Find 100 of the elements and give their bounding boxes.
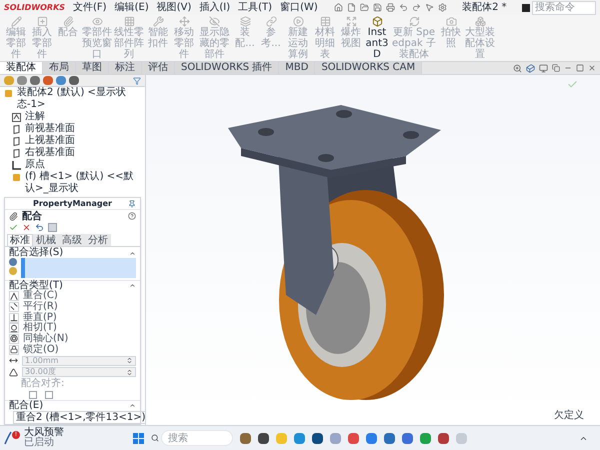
tab[interactable]: 装配体: [0, 62, 43, 74]
eye-icon: [92, 16, 102, 27]
ok-icon[interactable]: [9, 223, 18, 232]
search-field[interactable]: 搜索命令: [532, 0, 596, 14]
tab[interactable]: SOLIDWORKS CAM: [315, 62, 422, 74]
tree-item[interactable]: 装配体2 (默认) <显示状态-1>: [17, 87, 141, 111]
tree-item[interactable]: 原点: [25, 159, 45, 171]
app-icon[interactable]: [384, 432, 395, 444]
settings-icon[interactable]: [438, 3, 447, 12]
save-icon[interactable]: [372, 3, 382, 12]
mate-type-option[interactable]: 同轴心(N): [23, 334, 68, 344]
redo-icon[interactable]: [412, 3, 421, 12]
mate-type-option[interactable]: 相切(T): [23, 323, 57, 334]
collapse-icon[interactable]: [129, 250, 136, 257]
part-icon: [4, 89, 13, 98]
tree-item[interactable]: 右视基准面: [25, 147, 75, 159]
expand-icon: [346, 16, 356, 27]
spinner-icon[interactable]: [126, 368, 133, 376]
tab[interactable]: 草图: [76, 62, 109, 74]
collapse-icon[interactable]: [129, 402, 136, 410]
menu-item[interactable]: 视图(V): [156, 1, 192, 14]
annotation-icon: [12, 113, 21, 122]
ribbon-button[interactable]: Instant3D: [365, 16, 389, 60]
cube-icon[interactable]: [526, 64, 535, 72]
tree-item[interactable]: 上视基准面: [25, 135, 75, 147]
file-icon[interactable]: [346, 3, 356, 12]
app-icon[interactable]: [312, 432, 323, 444]
collapse-icon[interactable]: [129, 282, 136, 290]
app-icon[interactable]: [258, 432, 269, 444]
app-icon[interactable]: [402, 432, 413, 444]
angle-lines-icon: [10, 292, 18, 301]
tab[interactable]: 评估: [142, 62, 175, 74]
notification-title: 大风预警: [24, 428, 64, 438]
section-heading: 配合类型(T): [9, 280, 63, 291]
app-icon[interactable]: [240, 432, 251, 444]
menu-item[interactable]: 窗口(W): [280, 1, 318, 14]
lock-icon: [10, 345, 18, 354]
help-icon[interactable]: [128, 212, 136, 220]
section-heading: 配合(E): [9, 400, 44, 411]
restore-icon[interactable]: [552, 64, 560, 72]
close-icon[interactable]: [588, 64, 596, 72]
app-logo: SOLIDWORKS: [4, 2, 66, 14]
spinner-icon[interactable]: [126, 357, 133, 364]
feature-name: 配合: [22, 210, 42, 224]
mate-type-option[interactable]: 重合(C): [23, 291, 58, 302]
tab[interactable]: SOLIDWORKS 插件: [175, 62, 280, 74]
zoom-icon[interactable]: [513, 64, 522, 72]
tab[interactable]: 高级: [59, 234, 85, 246]
undo-icon[interactable]: [398, 3, 408, 12]
close-icon[interactable]: [22, 223, 31, 232]
camera-icon: [446, 16, 456, 27]
parallel-lines-icon: [10, 302, 18, 312]
menu-item[interactable]: 工具(T): [238, 1, 272, 14]
table-icon: [320, 16, 330, 27]
tab[interactable]: 机械: [33, 234, 59, 246]
tab[interactable]: 标准: [7, 234, 33, 246]
start-icon[interactable]: [133, 432, 144, 444]
document-title: 装配体2 *: [462, 0, 507, 15]
menu-item[interactable]: 文件(F): [73, 1, 107, 14]
undo-icon[interactable]: [35, 223, 44, 232]
app-icon[interactable]: [438, 432, 449, 444]
layers-icon: [240, 16, 250, 27]
move-icon: [178, 16, 190, 27]
mate-type-option[interactable]: 平行(R): [23, 302, 58, 312]
pointer-icon[interactable]: [424, 3, 434, 12]
tree-item[interactable]: (f) 槽<1> (默认) <<默认>_显示状: [25, 171, 141, 195]
tab[interactable]: 标注: [109, 62, 142, 74]
alignment-label: 配合对齐:: [20, 378, 66, 390]
weather-alert-icon[interactable]: [4, 431, 12, 445]
search-field[interactable]: 搜索: [161, 430, 233, 446]
pencil-icon: [10, 16, 22, 27]
link-icon: [266, 16, 276, 27]
paperclip-icon: [9, 212, 18, 220]
menu-item[interactable]: 插入(I): [199, 1, 230, 14]
eye-off-icon: [209, 16, 220, 27]
paperclip-icon: [62, 16, 74, 27]
home-icon[interactable]: [334, 3, 343, 12]
status-text: 欠定义: [554, 408, 584, 423]
pin-icon[interactable]: [128, 200, 136, 208]
concentric-circles-icon: [10, 334, 18, 344]
panel-title: PropertyManager: [33, 198, 112, 210]
folder-icon[interactable]: [360, 3, 369, 12]
mate-type-option[interactable]: 垂直(P): [23, 312, 57, 323]
maximize-icon[interactable]: [576, 64, 584, 72]
perpendicular-icon: [10, 313, 18, 322]
tab[interactable]: 分析: [85, 234, 111, 246]
monitor-icon[interactable]: [539, 64, 548, 72]
menu-item[interactable]: 编辑(E): [114, 1, 149, 14]
mate-type-option[interactable]: 锁定(O): [23, 344, 59, 355]
printer-icon[interactable]: [386, 3, 395, 12]
tree-item[interactable]: 前视基准面: [25, 123, 75, 135]
tab[interactable]: 布局: [43, 62, 76, 74]
app-icon[interactable]: [348, 432, 359, 444]
selection-list[interactable]: [21, 258, 136, 278]
wrench-icon: [152, 16, 164, 27]
tab[interactable]: MBD: [279, 62, 316, 74]
origin-icon: [12, 161, 21, 170]
notification-subtitle: 已启动: [24, 438, 55, 448]
tree-item[interactable]: 注解: [25, 111, 45, 123]
angle-icon: [9, 368, 18, 377]
